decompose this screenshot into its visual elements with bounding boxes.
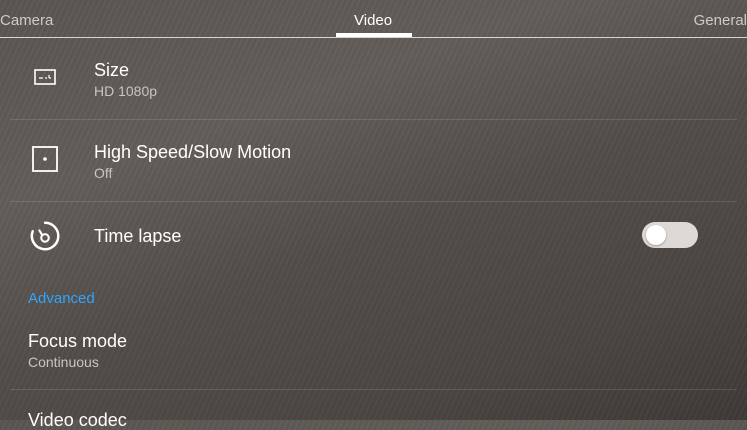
size-title: Size	[94, 60, 130, 80]
advanced-section-header: Advanced	[28, 290, 95, 307]
size-value: HD 1080p	[94, 83, 158, 99]
active-tab-indicator	[336, 33, 412, 37]
toggle-knob	[646, 225, 666, 245]
tab-camera[interactable]: Camera	[0, 12, 53, 30]
focus-mode-value: Continuous	[28, 354, 99, 370]
video-size-icon	[28, 60, 62, 94]
setting-focus-mode[interactable]: Focus mode Continuous	[0, 318, 747, 390]
setting-size[interactable]: Size HD 1080p	[0, 38, 747, 120]
video-codec-title: Video codec	[28, 410, 127, 430]
high-speed-value: Off	[94, 165, 113, 181]
time-lapse-toggle[interactable]	[642, 222, 698, 248]
high-speed-title: High Speed/Slow Motion	[94, 142, 292, 162]
focus-mode-title: Focus mode	[28, 331, 128, 351]
setting-video-codec[interactable]: Video codec	[0, 390, 747, 430]
setting-time-lapse[interactable]: Time lapse	[0, 202, 747, 268]
slow-motion-icon	[28, 142, 62, 176]
settings-tabbar: Camera Video General	[0, 0, 747, 38]
time-lapse-title: Time lapse	[94, 226, 182, 246]
time-lapse-icon	[28, 219, 62, 253]
setting-high-speed[interactable]: High Speed/Slow Motion Off	[0, 120, 747, 202]
tab-video[interactable]: Video	[354, 12, 392, 30]
tab-general[interactable]: General	[694, 12, 747, 30]
